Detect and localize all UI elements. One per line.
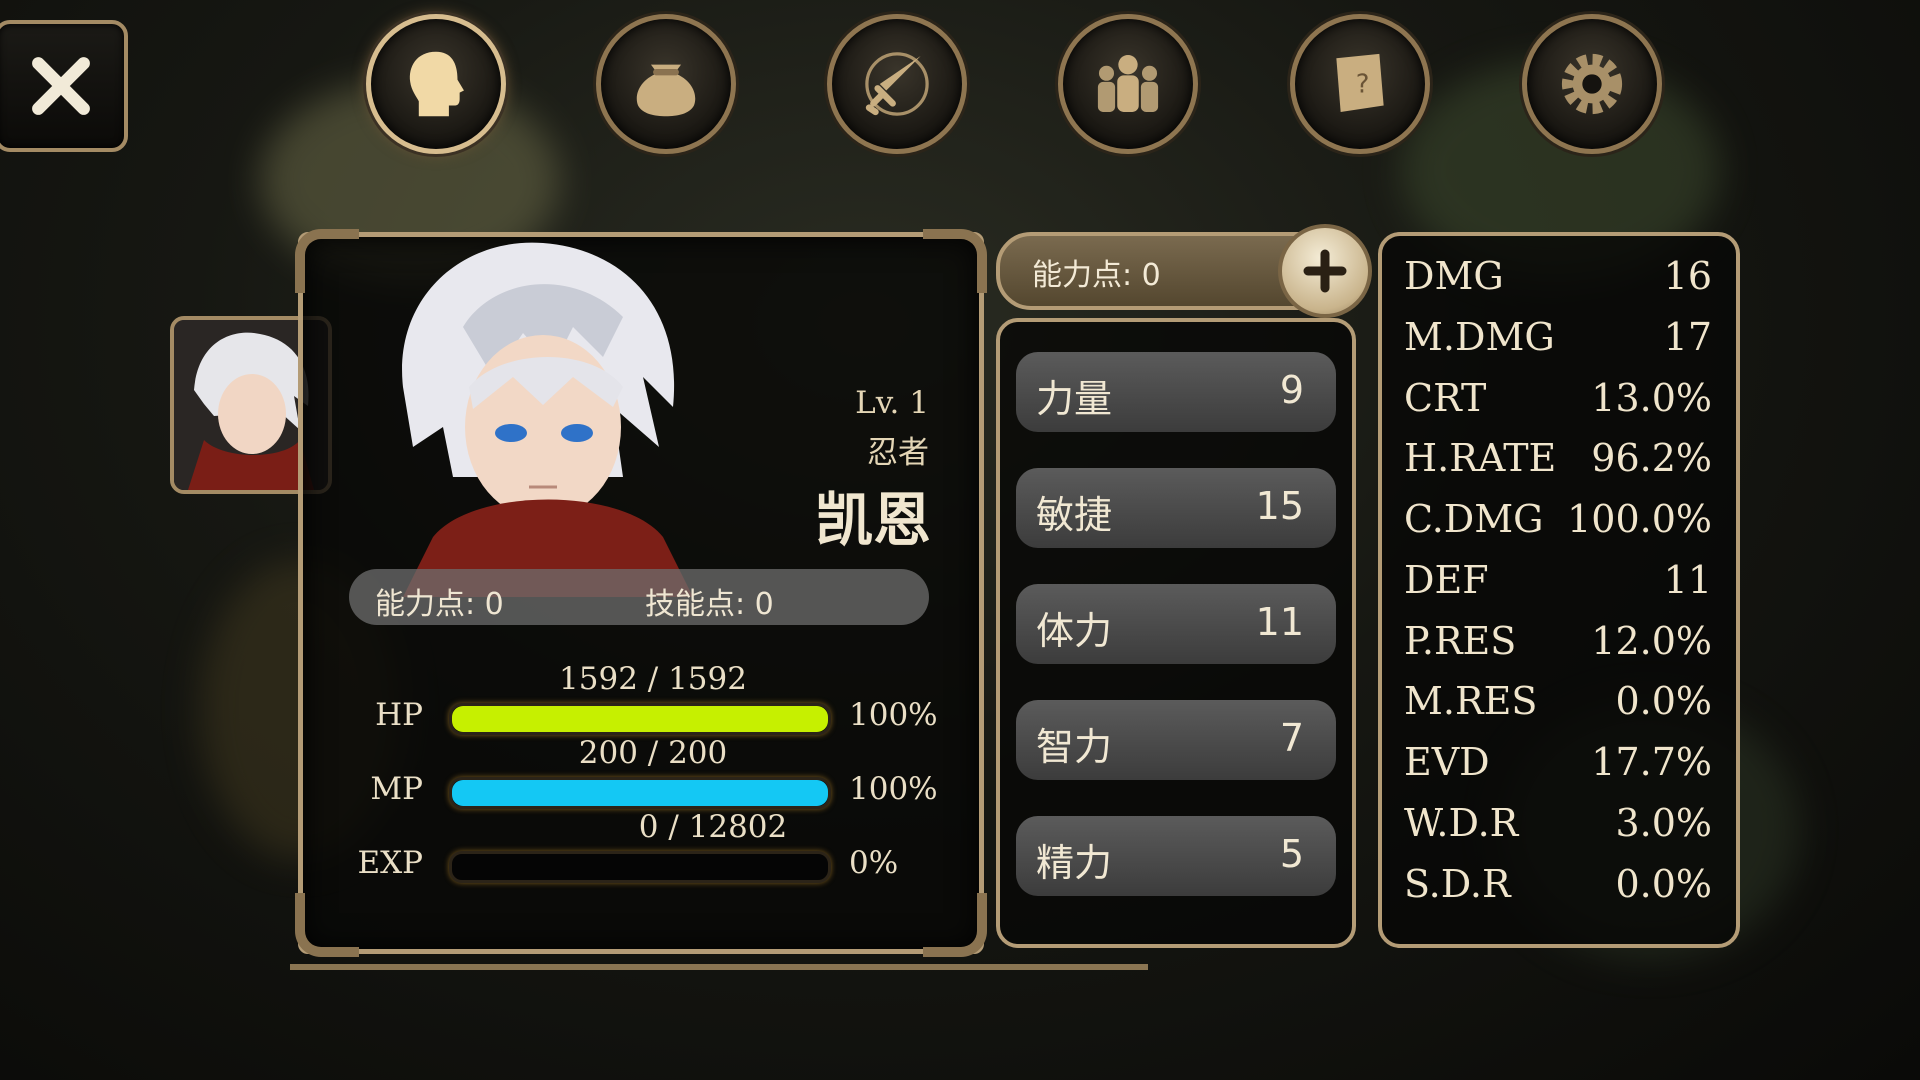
stat-name: C.DMG bbox=[1404, 497, 1544, 541]
stat-name: DEF bbox=[1404, 558, 1489, 602]
stat-value: 0.0% bbox=[1615, 862, 1712, 906]
attribute-name: 敏捷 bbox=[1036, 493, 1113, 537]
skills-tab-button[interactable] bbox=[827, 14, 967, 154]
attribute-name: 精力 bbox=[1036, 841, 1113, 885]
stat-name: M.RES bbox=[1404, 679, 1538, 723]
character-name: 凯恩 bbox=[814, 486, 931, 554]
attribute-row-vitality[interactable]: 体力 11 bbox=[1016, 584, 1336, 664]
mp-bar bbox=[449, 777, 831, 809]
skills-sword-compass-icon bbox=[865, 52, 929, 116]
stat-row-mdmg: M.DMG 17 bbox=[1404, 315, 1712, 371]
stat-value: 11 bbox=[1663, 558, 1712, 602]
skill-points-label: 技能点: 0 bbox=[645, 587, 774, 622]
stat-name: P.RES bbox=[1404, 619, 1517, 663]
ability-points-label: 能力点: 0 bbox=[375, 587, 504, 622]
mp-label: MP bbox=[370, 771, 423, 807]
stat-value: 16 bbox=[1663, 254, 1712, 298]
panel-corner bbox=[923, 229, 987, 293]
mp-value: 200 / 200 bbox=[578, 735, 728, 771]
exp-percent: 0% bbox=[849, 845, 899, 881]
close-icon bbox=[32, 57, 90, 115]
stat-name: W.D.R bbox=[1404, 801, 1519, 845]
stat-row-mres: M.RES 0.0% bbox=[1404, 679, 1712, 735]
svg-text:?: ? bbox=[1356, 70, 1370, 100]
settings-tab-button[interactable] bbox=[1522, 14, 1662, 154]
character-level: Lv. 1 bbox=[855, 385, 929, 421]
exp-value: 0 / 12802 bbox=[638, 809, 788, 845]
attribute-name: 体力 bbox=[1036, 609, 1113, 653]
stat-row-def: DEF 11 bbox=[1404, 558, 1712, 614]
settings-gear-icon bbox=[1561, 53, 1623, 115]
stat-value: 3.0% bbox=[1615, 801, 1712, 845]
attribute-row-intelligence[interactable]: 智力 7 bbox=[1016, 700, 1336, 780]
character-panel: Lv. 1 忍者 凯恩 能力点: 0 技能点: 0 1592 / 1592 HP… bbox=[295, 229, 987, 957]
attribute-value: 15 bbox=[1255, 484, 1304, 528]
stat-value: 100.0% bbox=[1567, 497, 1712, 541]
stat-row-crt: CRT 13.0% bbox=[1404, 376, 1712, 432]
stat-name: H.RATE bbox=[1404, 436, 1557, 480]
inventory-tab-button[interactable] bbox=[596, 14, 736, 154]
stat-value: 0.0% bbox=[1615, 679, 1712, 723]
attribute-name: 力量 bbox=[1036, 377, 1113, 421]
attributes-panel: 力量 9 敏捷 15 体力 11 智力 7 精力 5 bbox=[996, 318, 1356, 948]
hp-bar-fill bbox=[452, 706, 828, 732]
attribute-value: 5 bbox=[1279, 832, 1304, 876]
attribute-value: 7 bbox=[1279, 716, 1304, 760]
stat-value: 12.0% bbox=[1591, 619, 1712, 663]
inventory-bag-icon bbox=[636, 64, 696, 117]
character-tab-button[interactable] bbox=[366, 14, 506, 154]
party-people-icon bbox=[1097, 54, 1159, 112]
hp-value: 1592 / 1592 bbox=[559, 661, 747, 697]
stat-row-hrate: H.RATE 96.2% bbox=[1404, 436, 1712, 492]
stat-name: CRT bbox=[1404, 376, 1487, 420]
hp-bar bbox=[449, 703, 831, 735]
stat-row-cdmg: C.DMG 100.0% bbox=[1404, 497, 1712, 553]
hp-percent: 100% bbox=[849, 697, 938, 733]
exp-bar bbox=[449, 851, 831, 883]
plus-icon bbox=[1303, 249, 1347, 293]
exp-label: EXP bbox=[357, 845, 423, 881]
stat-value: 17 bbox=[1663, 315, 1712, 359]
add-ability-point-button[interactable] bbox=[1278, 224, 1372, 318]
attribute-value: 11 bbox=[1255, 600, 1304, 644]
panel-corner bbox=[295, 893, 359, 957]
points-summary-bar: 能力点: 0 技能点: 0 bbox=[349, 569, 929, 625]
divider bbox=[290, 964, 1148, 970]
stat-row-wdr: W.D.R 3.0% bbox=[1404, 801, 1712, 857]
attribute-row-agility[interactable]: 敏捷 15 bbox=[1016, 468, 1336, 548]
stat-row-pres: P.RES 12.0% bbox=[1404, 619, 1712, 675]
ability-points-header-label: 能力点: 0 bbox=[1032, 258, 1161, 293]
party-tab-button[interactable] bbox=[1058, 14, 1198, 154]
panel-corner bbox=[923, 893, 987, 957]
panel-corner bbox=[295, 229, 359, 293]
close-button[interactable] bbox=[0, 20, 128, 152]
mp-percent: 100% bbox=[849, 771, 938, 807]
attribute-name: 智力 bbox=[1036, 725, 1113, 769]
stat-value: 13.0% bbox=[1591, 376, 1712, 420]
stats-panel: DMG 16 M.DMG 17 CRT 13.0% H.RATE 96.2% C.DMG… bbox=[1378, 232, 1740, 948]
stat-row-sdr: S.D.R 0.0% bbox=[1404, 862, 1712, 918]
hp-label: HP bbox=[375, 697, 423, 733]
stat-row-evd: EVD 17.7% bbox=[1404, 740, 1712, 796]
quest-tab-button[interactable]: ? bbox=[1290, 14, 1430, 154]
stat-name: M.DMG bbox=[1404, 315, 1555, 359]
character-portrait bbox=[402, 242, 693, 597]
stat-row-dmg: DMG 16 bbox=[1404, 254, 1712, 310]
stat-value: 17.7% bbox=[1591, 740, 1712, 784]
attribute-value: 9 bbox=[1279, 368, 1304, 412]
stat-name: S.D.R bbox=[1404, 862, 1511, 906]
stat-name: DMG bbox=[1404, 254, 1504, 298]
character-head-icon bbox=[409, 51, 464, 117]
attribute-row-strength[interactable]: 力量 9 bbox=[1016, 352, 1336, 432]
stat-name: EVD bbox=[1404, 740, 1490, 784]
stat-value: 96.2% bbox=[1591, 436, 1712, 480]
character-class: 忍者 bbox=[867, 435, 929, 471]
mp-bar-fill bbox=[452, 780, 828, 806]
attribute-row-spirit[interactable]: 精力 5 bbox=[1016, 816, 1336, 896]
quest-scroll-icon: ? bbox=[1336, 53, 1384, 112]
